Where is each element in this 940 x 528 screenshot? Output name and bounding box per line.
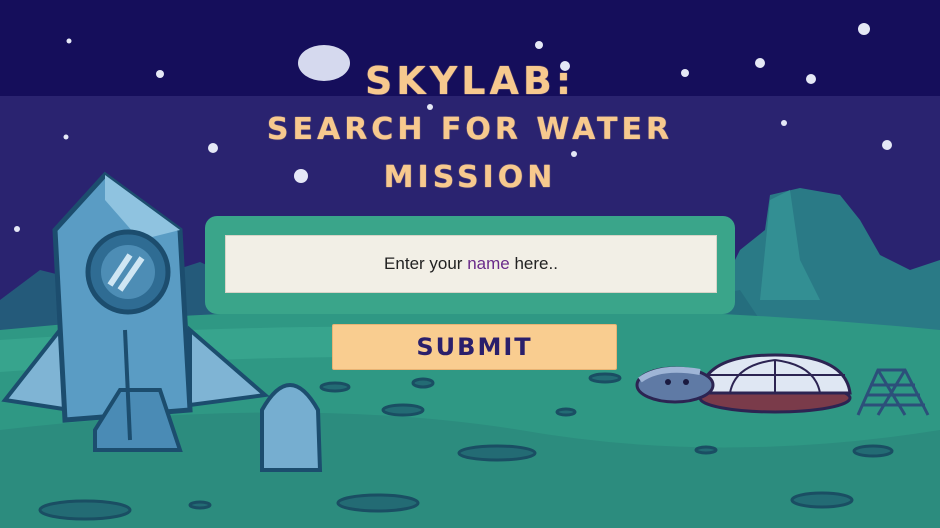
title-line-3: MISSION [383, 160, 557, 195]
submit-button[interactable]: SUBMIT [332, 324, 617, 370]
page-title: SKYLAB: SEARCH FOR WATER MISSION [0, 58, 940, 200]
name-input[interactable] [225, 235, 717, 293]
name-form-panel: Enter your name here.. [205, 216, 735, 314]
capsule-icon [260, 383, 323, 472]
title-line-1: SKYLAB: [364, 59, 576, 103]
title-line-2: SEARCH FOR WATER [266, 112, 674, 147]
